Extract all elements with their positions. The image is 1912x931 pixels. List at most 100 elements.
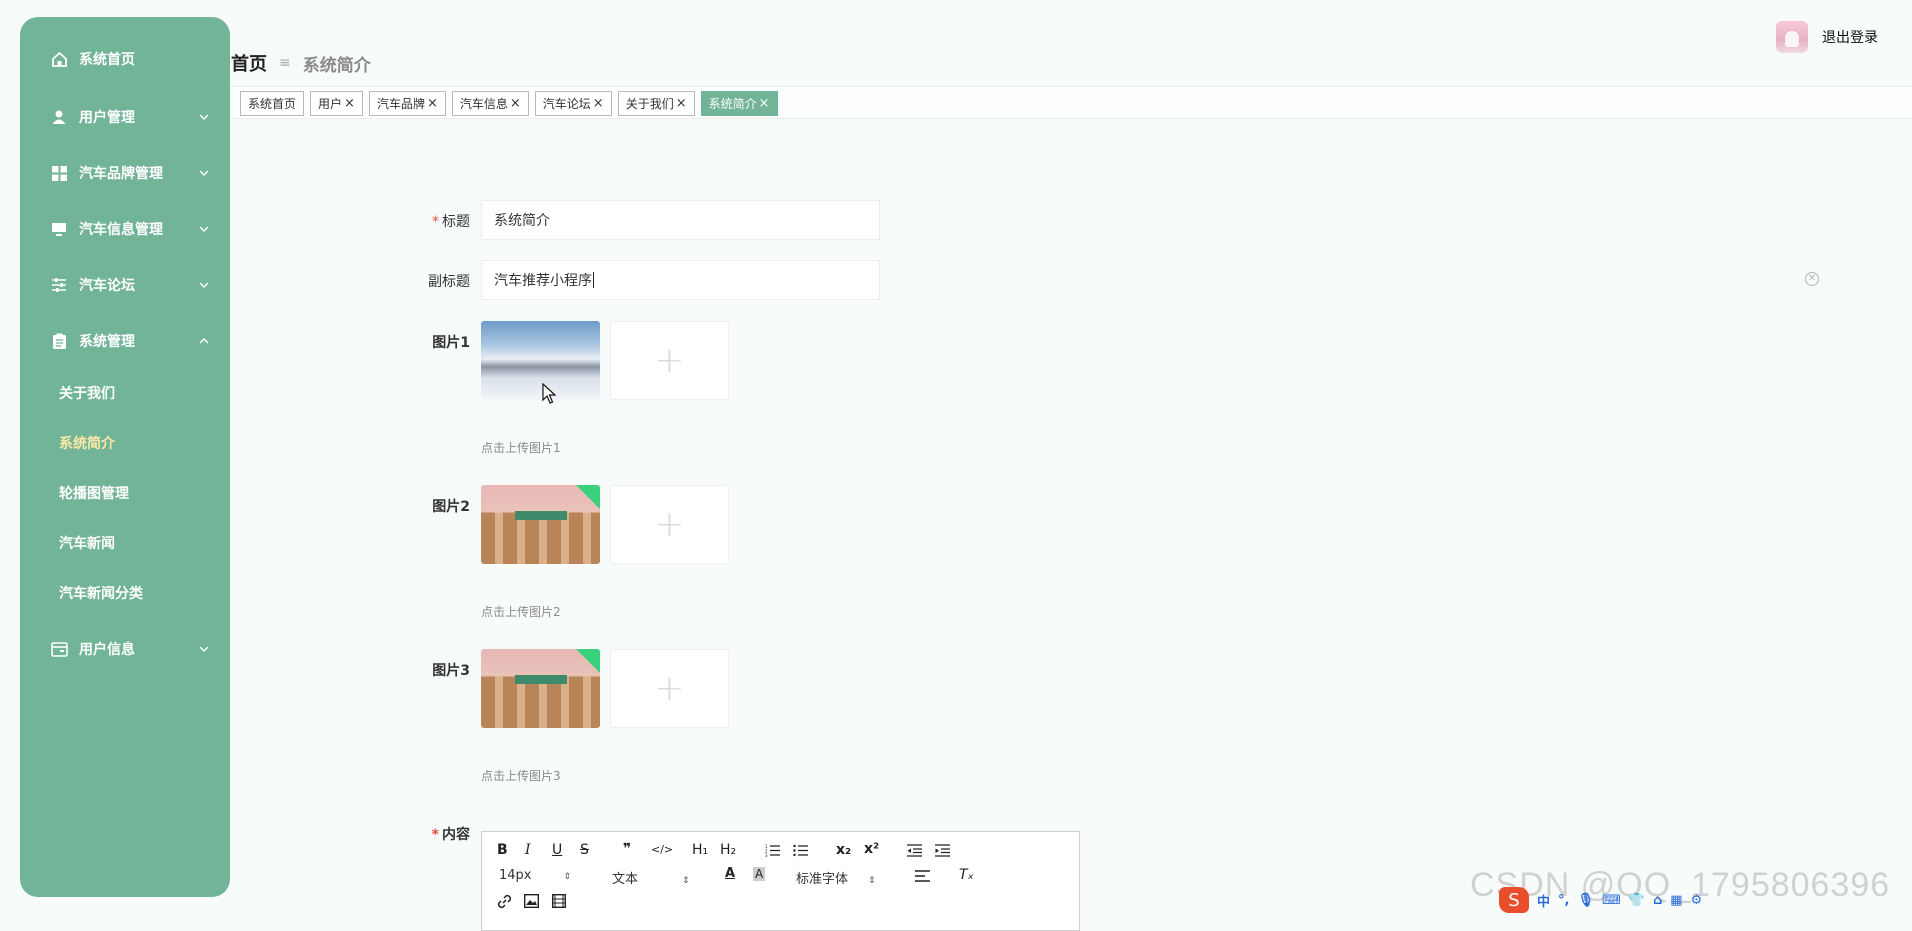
subtitle-input[interactable]: 汽车推荐小程序 <box>481 260 880 300</box>
logout-button[interactable]: 退出登录 <box>1822 27 1878 47</box>
sidebar-item-system[interactable]: 系统管理 <box>20 321 230 361</box>
tag-label: 汽车信息 <box>459 97 508 111</box>
underline-button[interactable]: U <box>552 842 562 858</box>
pic2-thumbnail[interactable] <box>481 485 600 564</box>
close-icon[interactable]: × <box>593 96 604 111</box>
ime-punctuation[interactable]: °, <box>1558 893 1569 908</box>
sidebar-subitem-about[interactable]: 关于我们 <box>20 375 230 411</box>
close-icon[interactable]: × <box>427 96 438 111</box>
breadcrumb-current: 系统简介 <box>302 55 371 76</box>
ime-language[interactable]: 中 <box>1537 891 1550 910</box>
clipboard-icon <box>50 332 68 350</box>
tag-users[interactable]: 用户 × <box>310 91 363 116</box>
sidebar-item-label: 用户信息 <box>79 642 135 658</box>
sidebar-subitem-carousel[interactable]: 轮播图管理 <box>20 475 230 511</box>
breadcrumb-separator: ≡ <box>279 55 291 71</box>
title-label: * 标题 <box>432 214 470 230</box>
heading1-button[interactable]: H₁ <box>692 842 708 858</box>
tag-forum[interactable]: 汽车论坛 × <box>534 91 612 116</box>
avatar[interactable] <box>1776 21 1808 53</box>
user-icon <box>50 108 68 126</box>
quote-button[interactable]: ❞ <box>623 841 631 857</box>
sidebar-subitem-news-category[interactable]: 汽车新闻分类 <box>20 575 230 611</box>
tag-about[interactable]: 关于我们 × <box>617 91 695 116</box>
sidebar-item-label: 用户管理 <box>79 110 135 126</box>
font-family-select[interactable]: 标准字体 ⇕ <box>796 868 876 887</box>
sidebar-item-user-info[interactable]: 用户信息 <box>20 629 230 669</box>
close-icon[interactable]: × <box>759 96 770 111</box>
chevron-down-icon <box>199 226 209 232</box>
grid-icon[interactable]: ▦ <box>1670 893 1682 908</box>
background-color-button[interactable]: A <box>753 867 766 881</box>
toolbox-icon[interactable]: ⌂ <box>1653 893 1662 908</box>
ordered-list-icon[interactable]: 123 <box>765 844 780 857</box>
keyboard-icon[interactable]: ⌨ <box>1602 893 1621 908</box>
pic2-hint: 点击上传图片2 <box>481 605 561 619</box>
sidebar-item-label: 汽车论坛 <box>79 278 135 294</box>
italic-button[interactable]: I <box>525 842 531 858</box>
pic3-upload-button[interactable]: + <box>610 649 729 728</box>
link-icon[interactable] <box>497 894 512 909</box>
align-icon[interactable] <box>915 870 930 882</box>
close-icon[interactable]: × <box>510 96 521 111</box>
tag-label: 系统首页 <box>248 97 297 111</box>
pic2-upload-button[interactable]: + <box>610 485 729 564</box>
settings-icon[interactable]: ⚙ <box>1691 893 1703 908</box>
title-input[interactable]: 系统简介 <box>481 200 880 240</box>
close-icon[interactable]: × <box>676 96 687 111</box>
sidebar-item-forum[interactable]: 汽车论坛 <box>20 265 230 305</box>
sidebar-item-home[interactable]: 系统首页 <box>20 39 230 79</box>
pic1-thumbnail[interactable] <box>481 321 600 400</box>
tag-car-info[interactable]: 汽车信息 × <box>451 91 529 116</box>
clear-icon[interactable]: ✕ <box>1805 272 1819 286</box>
code-block-button[interactable]: </> <box>651 843 673 856</box>
ime-toolbar: S 中 °, 🎙 ⌨ 👕 ⌂ ▦ ⚙ <box>1499 887 1702 913</box>
sidebar-item-label: 汽车品牌管理 <box>79 166 163 182</box>
strike-button[interactable]: S <box>580 842 589 858</box>
subtitle-label: 副标题 <box>428 274 470 290</box>
tag-label: 汽车品牌 <box>376 97 425 111</box>
tag-home[interactable]: 系统首页 <box>240 91 305 116</box>
rich-text-editor[interactable]: B I U S ❞ </> H₁ H₂ 123 x₂ x² 14px ⇕ 文本 ⇕ … <box>481 831 1080 931</box>
tag-label: 关于我们 <box>625 97 674 111</box>
microphone-icon[interactable]: 🎙 <box>1577 893 1594 908</box>
sidebar-item-car-info[interactable]: 汽车信息管理 <box>20 209 230 249</box>
pic2-label: 图片2 <box>432 499 470 515</box>
pic3-thumbnail[interactable] <box>481 649 600 728</box>
pic3-label: 图片3 <box>432 663 470 679</box>
sidebar-item-label: 系统首页 <box>79 52 135 68</box>
card-icon <box>50 640 68 658</box>
tag-intro[interactable]: 系统简介 × <box>700 91 778 116</box>
sidebar-subitem-label: 汽车新闻 <box>59 536 115 552</box>
sidebar-item-car-brand[interactable]: 汽车品牌管理 <box>20 153 230 193</box>
clear-format-button[interactable]: Tₓ <box>959 867 974 883</box>
chevron-down-icon <box>199 170 209 176</box>
grid-icon <box>50 164 68 182</box>
sidebar-subitem-label: 系统简介 <box>59 436 115 452</box>
image-icon[interactable] <box>524 894 539 908</box>
heading2-button[interactable]: H₂ <box>720 842 736 858</box>
font-color-button[interactable]: A <box>725 866 735 881</box>
monitor-icon <box>50 220 68 238</box>
content-label: * 内容 <box>431 827 470 843</box>
sidebar-item-users[interactable]: 用户管理 <box>20 97 230 137</box>
close-icon[interactable]: × <box>344 96 355 111</box>
bullet-list-icon[interactable] <box>793 844 808 857</box>
outdent-icon[interactable] <box>907 844 922 857</box>
superscript-button[interactable]: x² <box>864 841 879 857</box>
pic1-upload-button[interactable]: + <box>610 321 729 400</box>
sidebar-subitem-news[interactable]: 汽车新闻 <box>20 525 230 561</box>
skin-icon[interactable]: 👕 <box>1629 893 1645 908</box>
video-icon[interactable] <box>552 894 566 908</box>
sidebar-subitem-intro[interactable]: 系统简介 <box>20 425 230 461</box>
sogou-icon[interactable]: S <box>1499 887 1529 913</box>
text-type-select[interactable]: 文本 ⇕ <box>612 868 690 887</box>
bold-button[interactable]: B <box>497 842 508 858</box>
breadcrumb-home[interactable]: 首页 <box>231 50 267 76</box>
indent-icon[interactable] <box>935 844 950 857</box>
subscript-button[interactable]: x₂ <box>836 842 851 858</box>
tag-car-brand[interactable]: 汽车品牌 × <box>368 91 446 116</box>
font-size-select[interactable]: 14px ⇕ <box>499 868 571 883</box>
pic1-hint: 点击上传图片1 <box>481 441 561 455</box>
required-mark: * <box>431 827 439 843</box>
